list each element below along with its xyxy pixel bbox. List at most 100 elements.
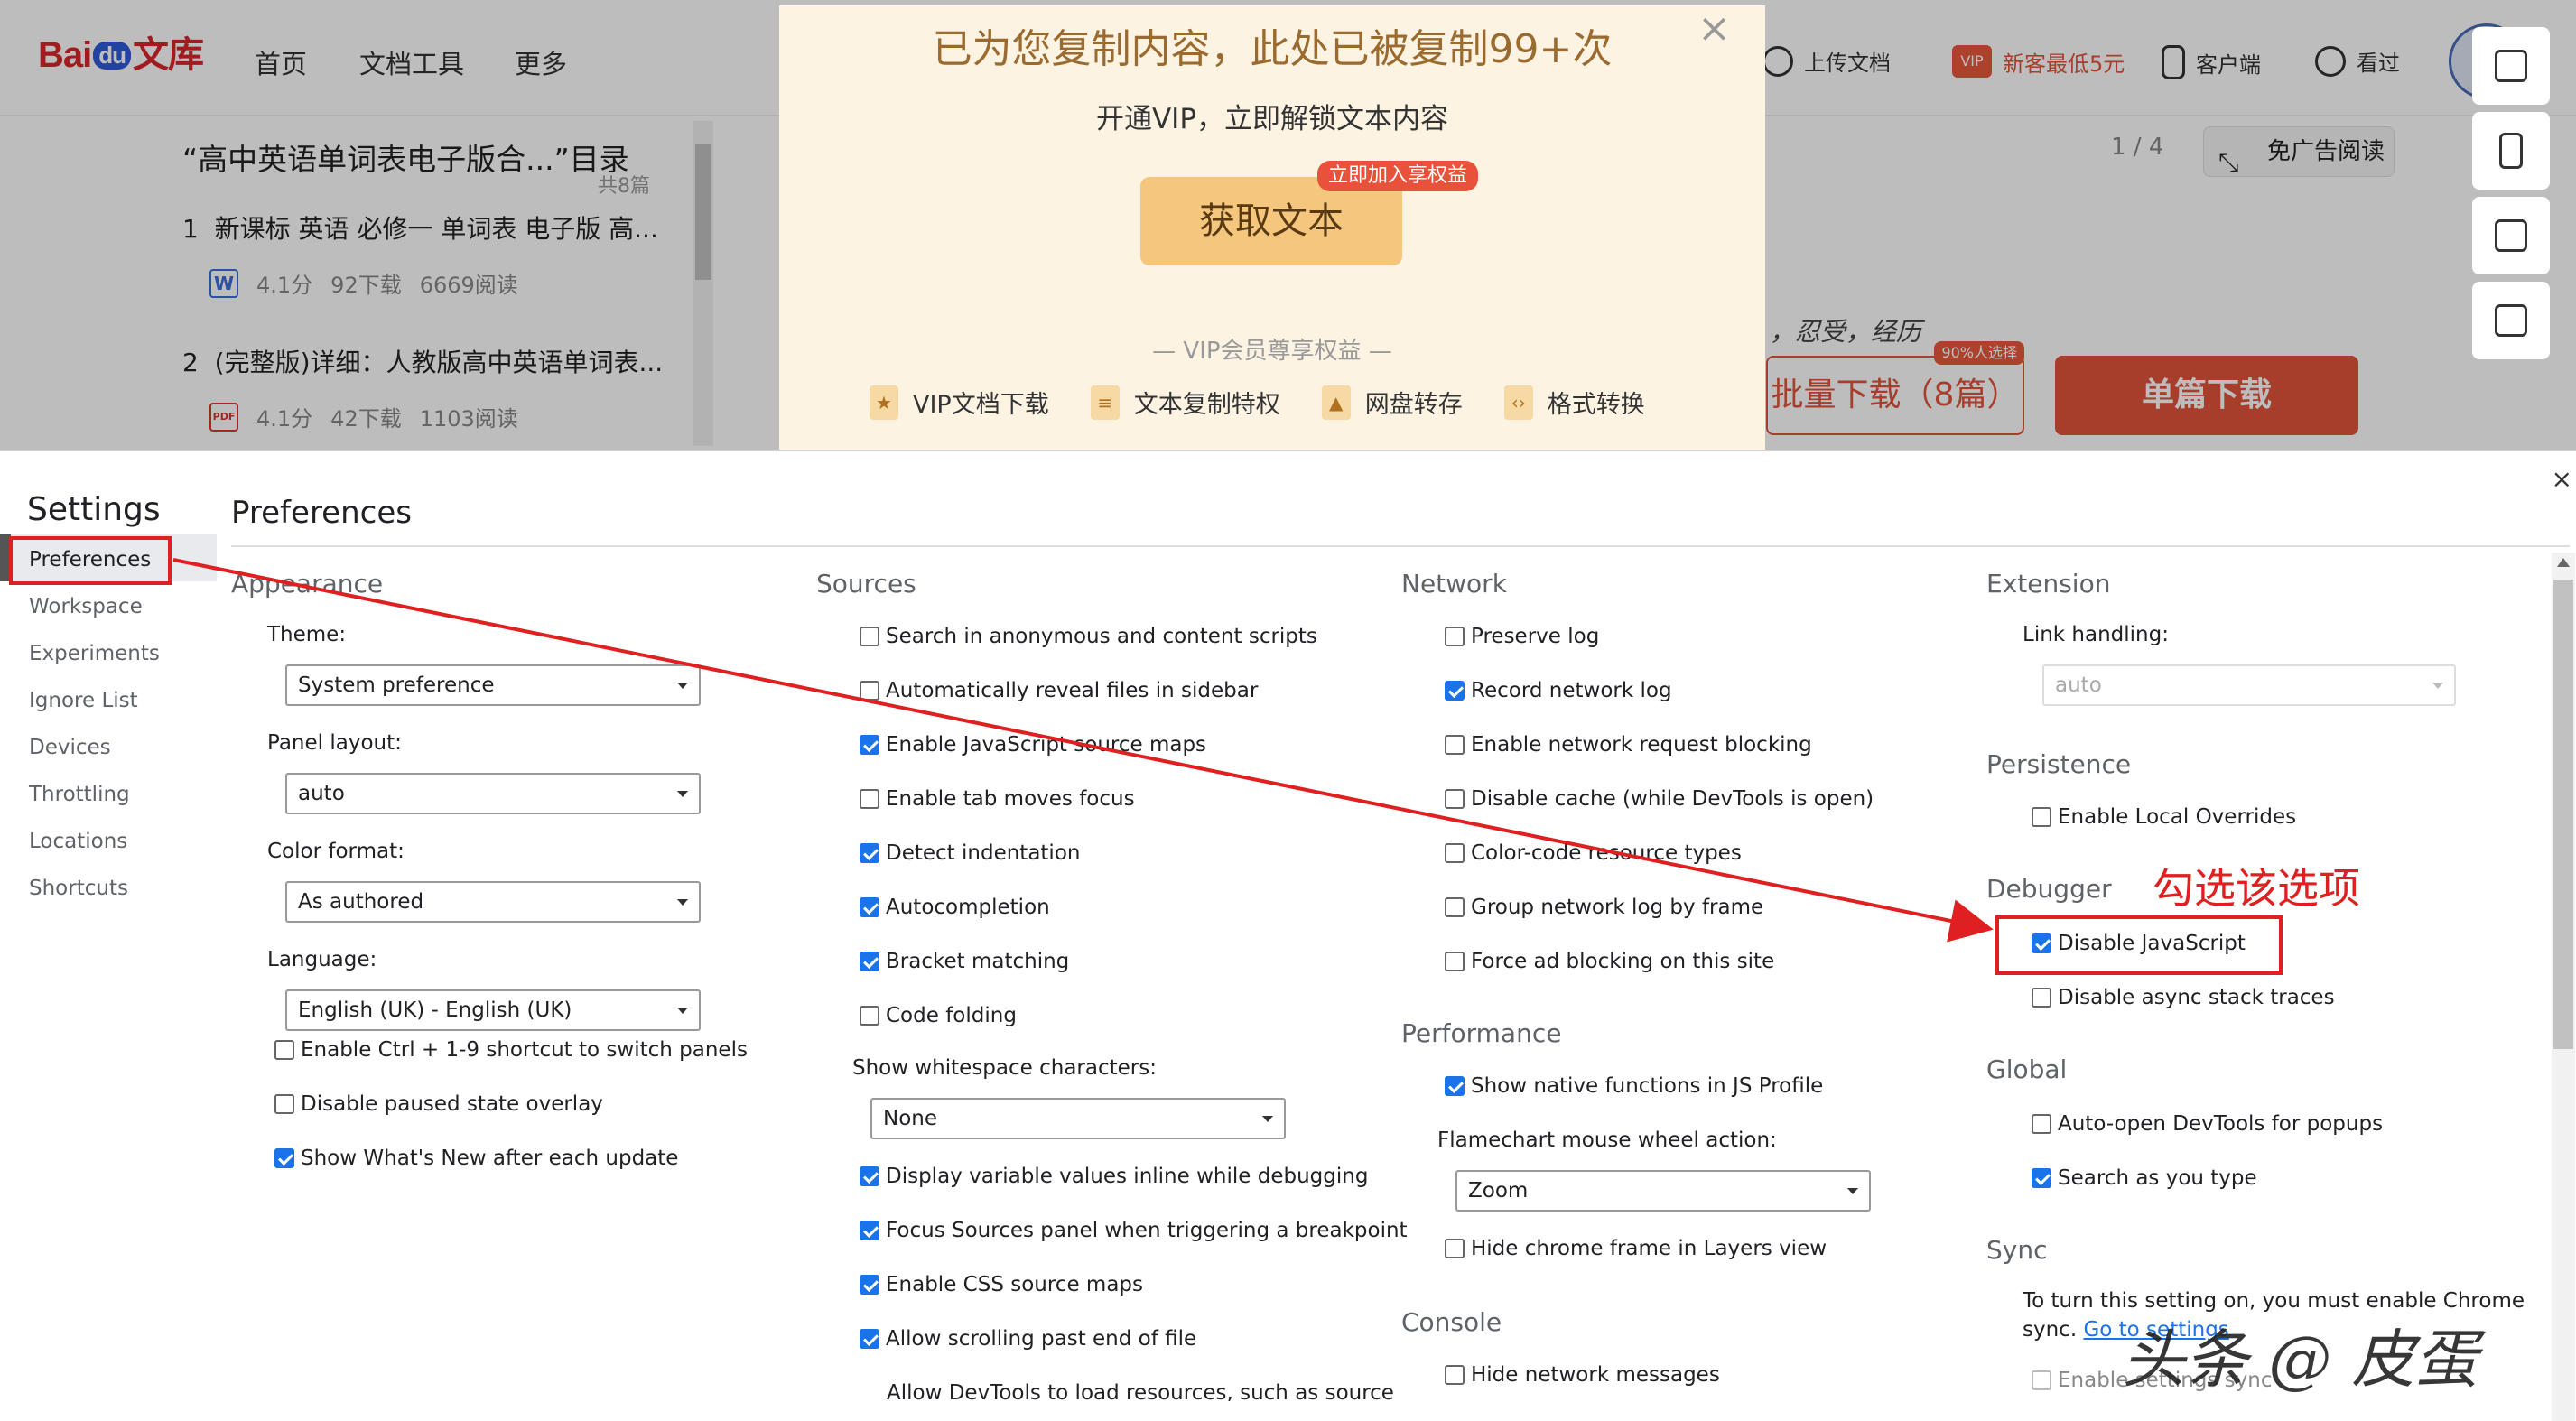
chevron-down-icon — [1262, 1116, 1273, 1122]
nav-shortcuts[interactable]: Shortcuts — [29, 877, 128, 900]
web-page: Bai du 文库 首页 文档工具 更多 上传文档 VIP 新客最低5元 客户端 看过… — [0, 0, 2576, 450]
setting-checkbox[interactable]: Record network log — [1445, 679, 1672, 702]
setting-checkbox[interactable]: Automatically reveal files in sidebar — [860, 679, 1258, 702]
setting-checkbox[interactable]: Bracket matching — [860, 950, 1069, 973]
mobile-button[interactable] — [2472, 112, 2550, 190]
checkbox-unchecked[interactable] — [1445, 627, 1465, 646]
briefcase-icon — [2495, 304, 2527, 337]
setting-checkbox[interactable]: Disable paused state overlay — [274, 1092, 603, 1116]
setting-checkbox[interactable]: Allow scrolling past end of file — [860, 1327, 1196, 1351]
checkbox-checked[interactable] — [274, 1148, 294, 1168]
setting-checkbox[interactable]: Color-code resource types — [1445, 841, 1742, 865]
checkbox-unchecked[interactable] — [274, 1040, 294, 1060]
close-settings-icon[interactable]: × — [2552, 464, 2572, 494]
setting-checkbox[interactable]: Show What's New after each update — [274, 1147, 678, 1170]
setting-checkbox[interactable]: Display variable values inline while deb… — [860, 1165, 1368, 1188]
setting-checkbox[interactable]: Enable Ctrl + 1-9 shortcut to switch pan… — [274, 1038, 748, 1062]
checkbox-unchecked[interactable] — [274, 1094, 294, 1114]
checkbox-unchecked[interactable] — [1445, 789, 1465, 809]
checkbox-unchecked[interactable] — [2032, 807, 2051, 827]
checkbox-checked[interactable] — [860, 1329, 879, 1349]
theme-select[interactable]: System preference — [285, 664, 701, 706]
nav-ignore-list[interactable]: Ignore List — [29, 689, 138, 712]
benefit-item: ‹› 格式转换 — [1503, 385, 1645, 420]
tools-button[interactable] — [2472, 282, 2550, 359]
setting-checkbox[interactable]: Disable cache (while DevTools is open) — [1445, 787, 1874, 811]
toolbox-button[interactable] — [2472, 27, 2550, 105]
checkbox-unchecked[interactable] — [2032, 1370, 2051, 1390]
cut-off-setting: Allow DevTools to load resources, such a… — [887, 1381, 1394, 1401]
setting-checkbox[interactable]: Show native functions in JS Profile — [1445, 1074, 1823, 1098]
setting-checkbox[interactable]: Autocompletion — [860, 896, 1050, 919]
setting-checkbox[interactable]: Code folding — [860, 1004, 1017, 1027]
flamechart-select[interactable]: Zoom — [1455, 1170, 1871, 1212]
checkbox-checked[interactable] — [860, 952, 879, 971]
setting-checkbox[interactable]: Enable network request blocking — [1445, 733, 1812, 757]
checkbox-unchecked[interactable] — [1445, 843, 1465, 863]
setting-checkbox[interactable]: Enable JavaScript source maps — [860, 733, 1206, 757]
settings-title: Settings — [27, 491, 161, 528]
chevron-down-icon — [677, 683, 688, 689]
checkbox-unchecked[interactable] — [860, 681, 879, 701]
setting-checkbox[interactable]: Enable Local Overrides — [2032, 805, 2296, 829]
checkbox-unchecked[interactable] — [1445, 735, 1465, 755]
checkbox-unchecked[interactable] — [2032, 988, 2051, 1008]
checkbox-label: Enable tab moves focus — [886, 787, 1135, 811]
checkbox-label: Detect indentation — [886, 841, 1081, 865]
checkbox-label: Code folding — [886, 1004, 1017, 1027]
checkbox-unchecked[interactable] — [860, 1006, 879, 1026]
checkbox-checked[interactable] — [860, 1275, 879, 1295]
color-format-label: Color format: — [267, 840, 405, 863]
setting-checkbox[interactable]: Enable CSS source maps — [860, 1273, 1143, 1296]
setting-checkbox[interactable]: Enable tab moves focus — [860, 787, 1135, 811]
setting-checkbox[interactable]: Search as you type — [2032, 1166, 2257, 1190]
nav-devices[interactable]: Devices — [29, 736, 111, 759]
checkbox-checked[interactable] — [1445, 681, 1465, 701]
benefit-label: 文本复制特权 — [1133, 391, 1280, 419]
setting-checkbox[interactable]: Detect indentation — [860, 841, 1080, 865]
setting-checkbox[interactable]: Hide chrome frame in Layers view — [1445, 1237, 1827, 1260]
setting-checkbox[interactable]: Force ad blocking on this site — [1445, 950, 1774, 973]
checkbox-unchecked[interactable] — [860, 627, 879, 646]
scroll-up-icon[interactable] — [2557, 558, 2570, 567]
nav-locations[interactable]: Locations — [29, 830, 127, 853]
panel-layout-select[interactable]: auto — [285, 773, 701, 814]
nav-workspace[interactable]: Workspace — [29, 595, 143, 618]
checkbox-checked[interactable] — [2032, 1168, 2051, 1188]
setting-checkbox[interactable]: Auto-open DevTools for popups — [2032, 1112, 2383, 1136]
checkbox-unchecked[interactable] — [1445, 952, 1465, 971]
theme-value: System preference — [298, 673, 495, 697]
setting-checkbox[interactable]: Hide network messages — [1445, 1363, 1720, 1387]
settings-scrollbar[interactable] — [2552, 553, 2575, 1421]
chevron-down-icon — [677, 791, 688, 797]
link-handling-select[interactable]: auto — [2042, 664, 2456, 706]
checkbox-checked[interactable] — [1445, 1076, 1465, 1096]
checkbox-unchecked[interactable] — [1445, 897, 1465, 917]
watermark: 头条 @ 皮蛋 — [2122, 1323, 2478, 1397]
feedback-button[interactable] — [2472, 197, 2550, 274]
theme-label: Theme: — [267, 623, 347, 646]
checkbox-unchecked[interactable] — [860, 789, 879, 809]
nav-throttling[interactable]: Throttling — [29, 783, 130, 806]
flamechart-label: Flamechart mouse wheel action: — [1437, 1128, 1777, 1152]
checkbox-checked[interactable] — [860, 1166, 879, 1186]
nav-experiments[interactable]: Experiments — [29, 642, 160, 665]
checkbox-unchecked[interactable] — [1445, 1239, 1465, 1258]
checkbox-unchecked[interactable] — [2032, 1114, 2051, 1134]
setting-checkbox[interactable]: Group network log by frame — [1445, 896, 1763, 919]
page-title: Preferences — [231, 495, 412, 531]
checkbox-checked[interactable] — [860, 897, 879, 917]
checkbox-unchecked[interactable] — [1445, 1365, 1465, 1385]
setting-checkbox[interactable]: Search in anonymous and content scripts — [860, 625, 1317, 648]
whitespace-select[interactable]: None — [870, 1098, 1286, 1139]
setting-checkbox[interactable]: Preserve log — [1445, 625, 1599, 648]
language-select[interactable]: English (UK) - English (UK) — [285, 989, 701, 1031]
setting-checkbox[interactable]: Disable async stack traces — [2032, 986, 2335, 1009]
color-format-select[interactable]: As authored — [285, 881, 701, 923]
setting-checkbox[interactable]: Focus Sources panel when triggering a br… — [860, 1219, 1408, 1242]
settings-scrollbar-thumb[interactable] — [2553, 580, 2573, 1049]
checkbox-label: Disable paused state overlay — [301, 1092, 603, 1116]
checkbox-checked[interactable] — [860, 1221, 879, 1240]
checkbox-checked[interactable] — [860, 843, 879, 863]
checkbox-checked[interactable] — [860, 735, 879, 755]
